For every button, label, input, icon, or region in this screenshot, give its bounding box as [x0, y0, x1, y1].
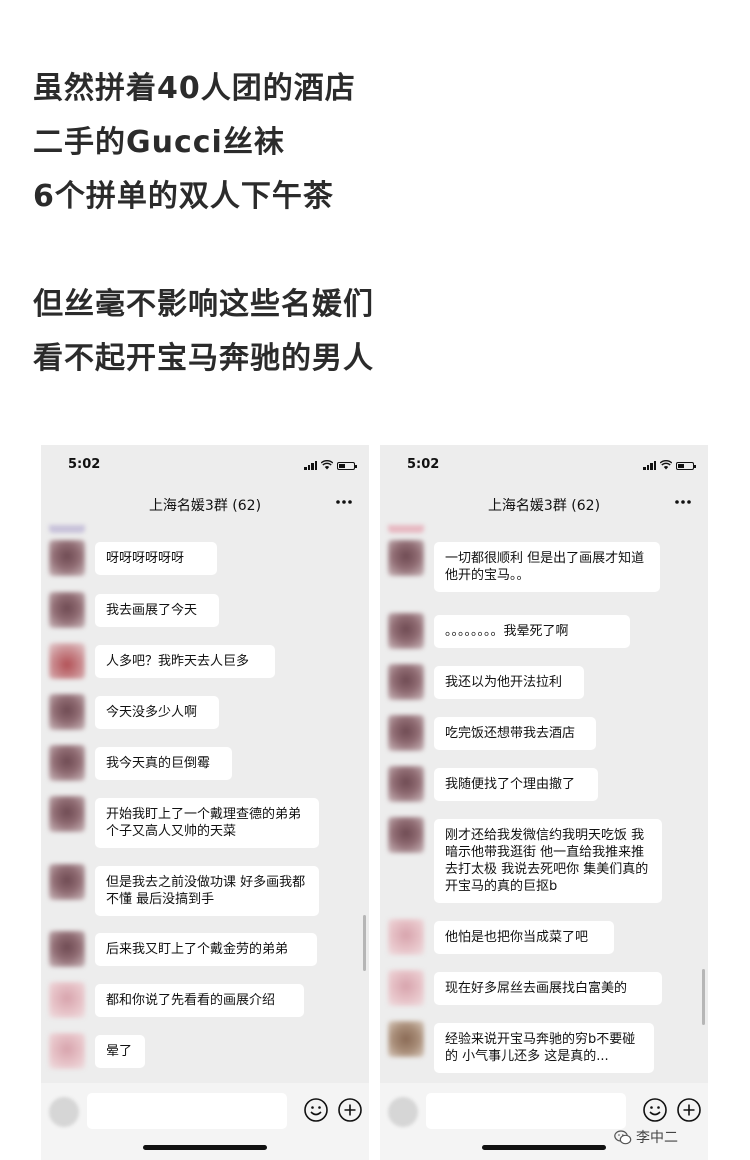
avatar[interactable]	[49, 745, 85, 781]
plus-icon[interactable]	[676, 1097, 702, 1123]
status-time: 5:02	[68, 457, 101, 472]
avatar[interactable]	[388, 613, 424, 649]
chat-screenshot-right: 5:02 上海名媛3群 (62) 一切都很顺利 但是出了画展才知道他开的宝马。。…	[380, 445, 708, 1160]
chat-title: 上海名媛3群 (62)	[148, 498, 262, 514]
more-options-button[interactable]	[672, 491, 694, 513]
caption-line: 看不起开宝马奔驰的男人	[33, 341, 374, 376]
message-list[interactable]: 呀呀呀呀呀呀 我去画展了今天 人多吧？我昨天去人巨多 今天没多少人啊 我今天真的…	[41, 523, 369, 1083]
status-icons	[304, 460, 357, 470]
avatar[interactable]	[388, 970, 424, 1006]
wechat-icon	[614, 1129, 632, 1144]
signal-icon	[643, 461, 656, 470]
message-bubble: 现在好多屌丝去画展找白富美的	[434, 972, 662, 1005]
status-bar: 5:02	[41, 445, 369, 485]
status-icons	[643, 460, 696, 470]
message-bubble: 他怕是也把你当成菜了吧	[434, 921, 614, 954]
avatar[interactable]	[388, 664, 424, 700]
avatar[interactable]	[49, 592, 85, 628]
message-bubble: 今天没多少人啊	[95, 696, 219, 729]
scrollbar[interactable]	[702, 969, 705, 1025]
chat-title: 上海名媛3群 (62)	[487, 498, 601, 514]
chat-screenshot-left: 5:02 上海名媛3群 (62) 呀呀呀呀呀呀 我去画展了今天 人多吧？我昨天去…	[41, 445, 369, 1160]
emoji-icon[interactable]	[303, 1097, 329, 1123]
message-bubble: 经验来说开宝马奔驰的穷b不要碰的 小气事儿还多 这是真的...	[434, 1023, 654, 1073]
emoji-icon[interactable]	[642, 1097, 668, 1123]
home-indicator	[482, 1145, 606, 1150]
scrollbar[interactable]	[363, 915, 366, 971]
message-bubble: 人多吧？我昨天去人巨多	[95, 645, 275, 678]
more-options-button[interactable]	[333, 491, 355, 513]
avatar[interactable]	[388, 715, 424, 751]
wifi-icon	[660, 460, 672, 470]
message-bubble: 都和你说了先看看的画展介绍	[95, 984, 304, 1017]
message-bubble: 但是我去之前没做功课 好多画我都不懂 最后没搞到手	[95, 866, 319, 916]
avatar[interactable]	[49, 796, 85, 832]
message-bubble: 我去画展了今天	[95, 594, 219, 627]
message-bubble: 我还以为他开法拉利	[434, 666, 584, 699]
caption-line: 虽然拼着40人团的酒店	[33, 71, 356, 106]
wifi-icon	[321, 460, 333, 470]
avatar[interactable]	[49, 931, 85, 967]
avatar[interactable]	[388, 817, 424, 853]
message-input[interactable]	[426, 1093, 626, 1129]
signal-icon	[304, 461, 317, 470]
message-bubble: 晕了	[95, 1035, 145, 1068]
avatar[interactable]	[388, 540, 424, 576]
status-bar: 5:02	[380, 445, 708, 485]
avatar[interactable]	[388, 1021, 424, 1057]
avatar[interactable]	[49, 694, 85, 730]
chat-header: 上海名媛3群 (62)	[41, 485, 369, 523]
status-time: 5:02	[407, 457, 440, 472]
voice-button[interactable]	[49, 1097, 79, 1127]
message-input[interactable]	[87, 1093, 287, 1129]
avatar[interactable]	[388, 919, 424, 955]
avatar[interactable]	[49, 1033, 85, 1069]
message-bubble: 后来我又盯上了个戴金劳的弟弟	[95, 933, 317, 966]
home-indicator	[143, 1145, 267, 1150]
caption-line: 6个拼单的双人下午茶	[33, 179, 334, 214]
voice-button[interactable]	[388, 1097, 418, 1127]
avatar[interactable]	[49, 982, 85, 1018]
plus-icon[interactable]	[337, 1097, 363, 1123]
watermark-text: 李中二	[636, 1130, 678, 1146]
avatar[interactable]	[49, 864, 85, 900]
watermark: 李中二	[614, 1127, 678, 1147]
more-icon	[336, 500, 352, 504]
avatar[interactable]	[49, 643, 85, 679]
message-bubble: 一切都很顺利 但是出了画展才知道他开的宝马。。	[434, 542, 660, 592]
message-list[interactable]: 一切都很顺利 但是出了画展才知道他开的宝马。。 。。。。。。。。我晕死了啊 我还…	[380, 523, 708, 1083]
message-bubble: 呀呀呀呀呀呀	[95, 542, 217, 575]
message-bubble: 我随便找了个理由撤了	[434, 768, 598, 801]
message-bubble: 。。。。。。。。我晕死了啊	[434, 615, 630, 648]
chat-header: 上海名媛3群 (62)	[380, 485, 708, 523]
avatar[interactable]	[388, 766, 424, 802]
more-icon	[675, 500, 691, 504]
message-bubble: 开始我盯上了一个戴理查德的弟弟 个子又高人又帅的天菜	[95, 798, 319, 848]
battery-icon	[337, 462, 357, 470]
message-bubble: 吃完饭还想带我去酒店	[434, 717, 596, 750]
caption-line: 但丝毫不影响这些名媛们	[33, 287, 374, 322]
avatar[interactable]	[49, 540, 85, 576]
message-bubble: 我今天真的巨倒霉	[95, 747, 232, 780]
caption: 虽然拼着40人团的酒店 二手的Gucci丝袜 6个拼单的双人下午茶 但丝毫不影响…	[33, 62, 374, 386]
caption-line: 二手的Gucci丝袜	[33, 125, 285, 160]
battery-icon	[676, 462, 696, 470]
message-bubble: 刚才还给我发微信约我明天吃饭 我暗示他带我逛街 他一直给我推来推去打太极 我说去…	[434, 819, 662, 903]
